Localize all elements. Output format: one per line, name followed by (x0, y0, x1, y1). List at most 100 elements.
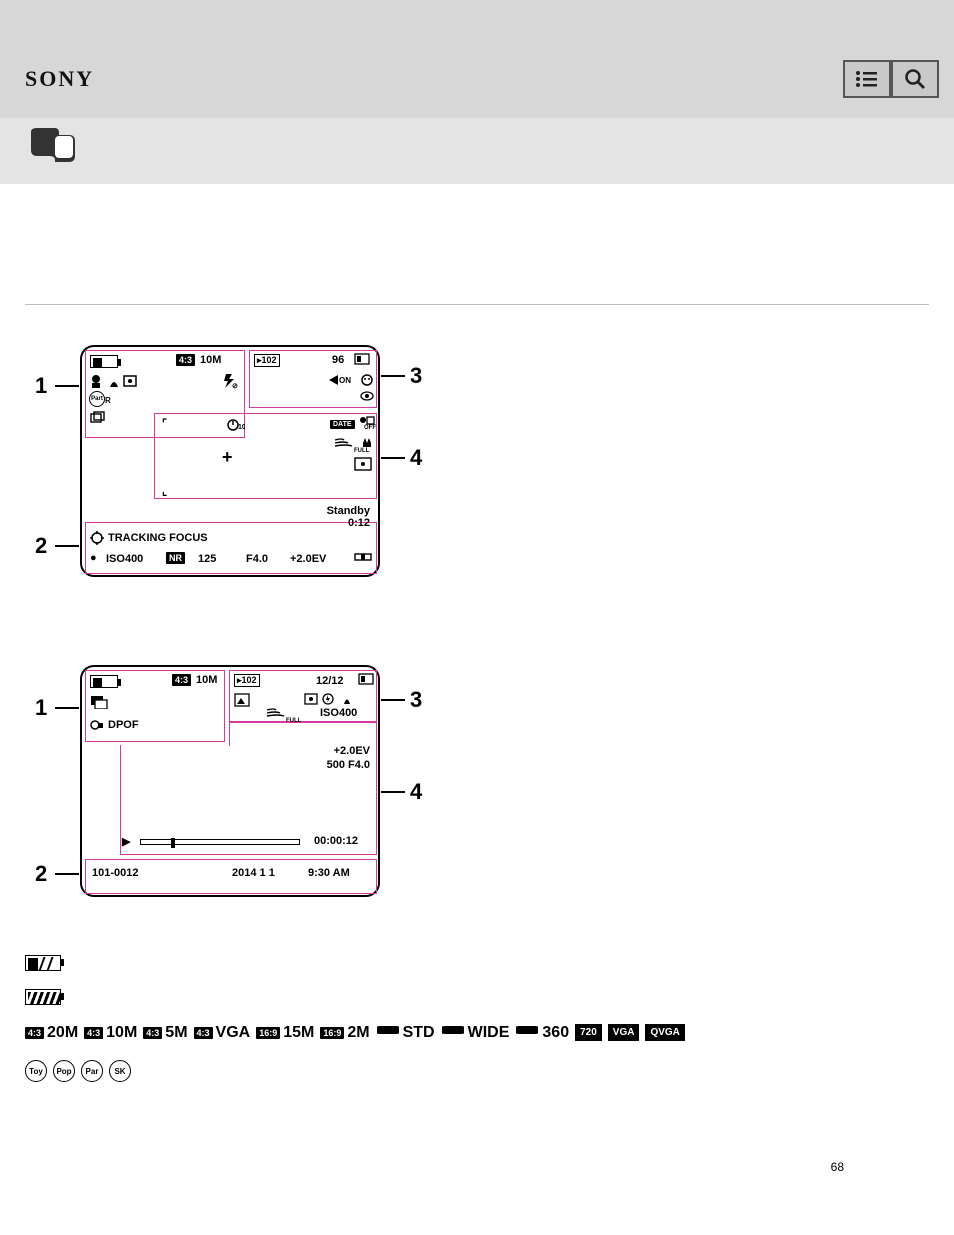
header-band: SONY (0, 40, 954, 118)
callout-4: 4 (410, 445, 422, 471)
scene-icons (90, 373, 144, 392)
svg-text:10: 10 (238, 424, 245, 431)
pb-callout-1: 1 (35, 695, 47, 721)
diagram-shooting: 4:3 10M ▸102 96 (25, 345, 929, 605)
pb-metering-icon (304, 693, 318, 708)
toc-button[interactable] (843, 60, 891, 98)
diagram-playback: 4:3 10M ▸102 12/12 (25, 665, 929, 915)
pb-landscape-icon (234, 693, 250, 710)
pb-progress-bar (140, 839, 300, 845)
ratio-chip: 16:9 (320, 1027, 344, 1039)
svg-text:OFF: OFF (364, 425, 376, 429)
pb-folder-icon: ▸102 (234, 674, 260, 687)
search-button[interactable] (891, 60, 939, 98)
search-icon (904, 68, 926, 90)
ratio-chip: 4:3 (25, 1027, 44, 1039)
effect-icon: SK (109, 1060, 131, 1082)
callout-4-tick (381, 457, 405, 459)
ratio-chip: 4:3 (143, 1027, 162, 1039)
pb-sf-label: 500 F4.0 (327, 759, 370, 771)
lcd-shooting: 4:3 10M ▸102 96 (80, 345, 380, 577)
effect-icon: Par (81, 1060, 103, 1082)
callout-2: 2 (35, 533, 47, 559)
nr-chip: NR (166, 552, 185, 564)
pb-elapsed: 00:00:12 (314, 835, 358, 847)
pb-time-label: 9:30 AM (308, 867, 350, 879)
size-label: VGA (216, 1024, 251, 1042)
pb-callout-3-tick (381, 699, 405, 701)
sub-band (0, 118, 954, 184)
ael-dot: ● (90, 552, 97, 564)
image-size-row: 4:320M4:310M4:35M4:3VGA16:915M16:92MSTDW… (25, 1023, 929, 1042)
callout-3: 3 (410, 363, 422, 389)
pb-date-label: 2014 1 1 (232, 867, 275, 879)
picture-effect-row: ToyPopParSK (25, 1060, 929, 1082)
ev-label: +2.0EV (290, 553, 326, 565)
movie-size-chip: VGA (608, 1024, 640, 1041)
pano-icon (515, 1023, 539, 1042)
callout-2-tick (55, 545, 79, 547)
battery-low-icon (25, 989, 61, 1005)
size-option: 16:92M (320, 1024, 369, 1042)
pb-count-label: 12/12 (316, 675, 344, 687)
folder-icon: ▸102 (254, 354, 280, 367)
pb-ev-label: +2.0EV (334, 745, 370, 757)
tracking-target-icon (90, 531, 104, 548)
size-option: 16:915M (256, 1024, 314, 1042)
pb-callout-4-tick (381, 791, 405, 793)
remaining-count: 96 (332, 354, 344, 366)
af-bracket-tl: ⌜ (162, 417, 167, 430)
media-icon (354, 353, 370, 368)
size-label: 20M (47, 1024, 78, 1042)
brand-logo: SONY (25, 66, 94, 92)
ratio-chip: 4:3 (194, 1027, 213, 1039)
svg-text:⊘: ⊘ (232, 383, 238, 389)
callout-1-tick (55, 385, 79, 387)
callout-3-tick (381, 375, 405, 377)
pano-icon (441, 1023, 465, 1042)
pb-battery-icon (90, 675, 118, 691)
pb-callout-1-tick (55, 707, 79, 709)
effect-icon: Pop (53, 1060, 75, 1082)
battery-low-row (25, 989, 929, 1005)
pb-callout-2: 2 (35, 861, 47, 887)
size-label: 5M (165, 1024, 187, 1042)
date-chip: DATE (330, 417, 355, 429)
header-buttons (843, 60, 939, 98)
aperture-label: F4.0 (246, 553, 268, 565)
pano-option: WIDE (441, 1023, 510, 1042)
movie-size-chip: 720 (575, 1024, 602, 1041)
pb-ratio-chip: 4:3 (172, 674, 191, 686)
pb-zone-4b (229, 722, 377, 746)
pb-play-icon: ▶ (122, 835, 130, 848)
pb-wind-icon: FULL (266, 707, 301, 724)
ratio-chip: 4:3 (84, 1027, 103, 1039)
zone-2 (85, 522, 377, 574)
crosshair: + (222, 447, 233, 468)
lcd-playback: 4:3 10M ▸102 12/12 (80, 665, 380, 897)
movie-size-chip: QVGA (645, 1024, 684, 1041)
battery-remaining-row (25, 955, 929, 971)
size-label: 10M (106, 1024, 137, 1042)
callout-1: 1 (35, 373, 47, 399)
size-label: 2M (347, 1024, 369, 1042)
size-option: 4:320M (25, 1024, 78, 1042)
pano-option: STD (376, 1023, 435, 1042)
pb-callout-2-tick (55, 873, 79, 875)
shutter-label: 125 (198, 553, 216, 565)
size-label: 10M (200, 354, 221, 366)
pb-protect-icon (90, 719, 104, 734)
flash-off-icon: ⊘ (222, 373, 240, 392)
effect-icon: PartR (89, 391, 111, 407)
ratio-chip: 4:3 (176, 354, 195, 366)
pano-label: 360 (542, 1024, 569, 1042)
pano-option: 360 (515, 1023, 569, 1042)
size-option: 4:35M (143, 1024, 187, 1042)
section-rule (25, 304, 929, 305)
pb-wb-icon (340, 693, 354, 708)
pb-iso-label: ISO400 (320, 707, 357, 719)
pano-label: WIDE (468, 1024, 510, 1042)
pb-file-label: 101-0012 (92, 867, 139, 879)
pb-size-label: 10M (196, 674, 217, 686)
tracking-focus-label: TRACKING FOCUS (108, 532, 208, 544)
